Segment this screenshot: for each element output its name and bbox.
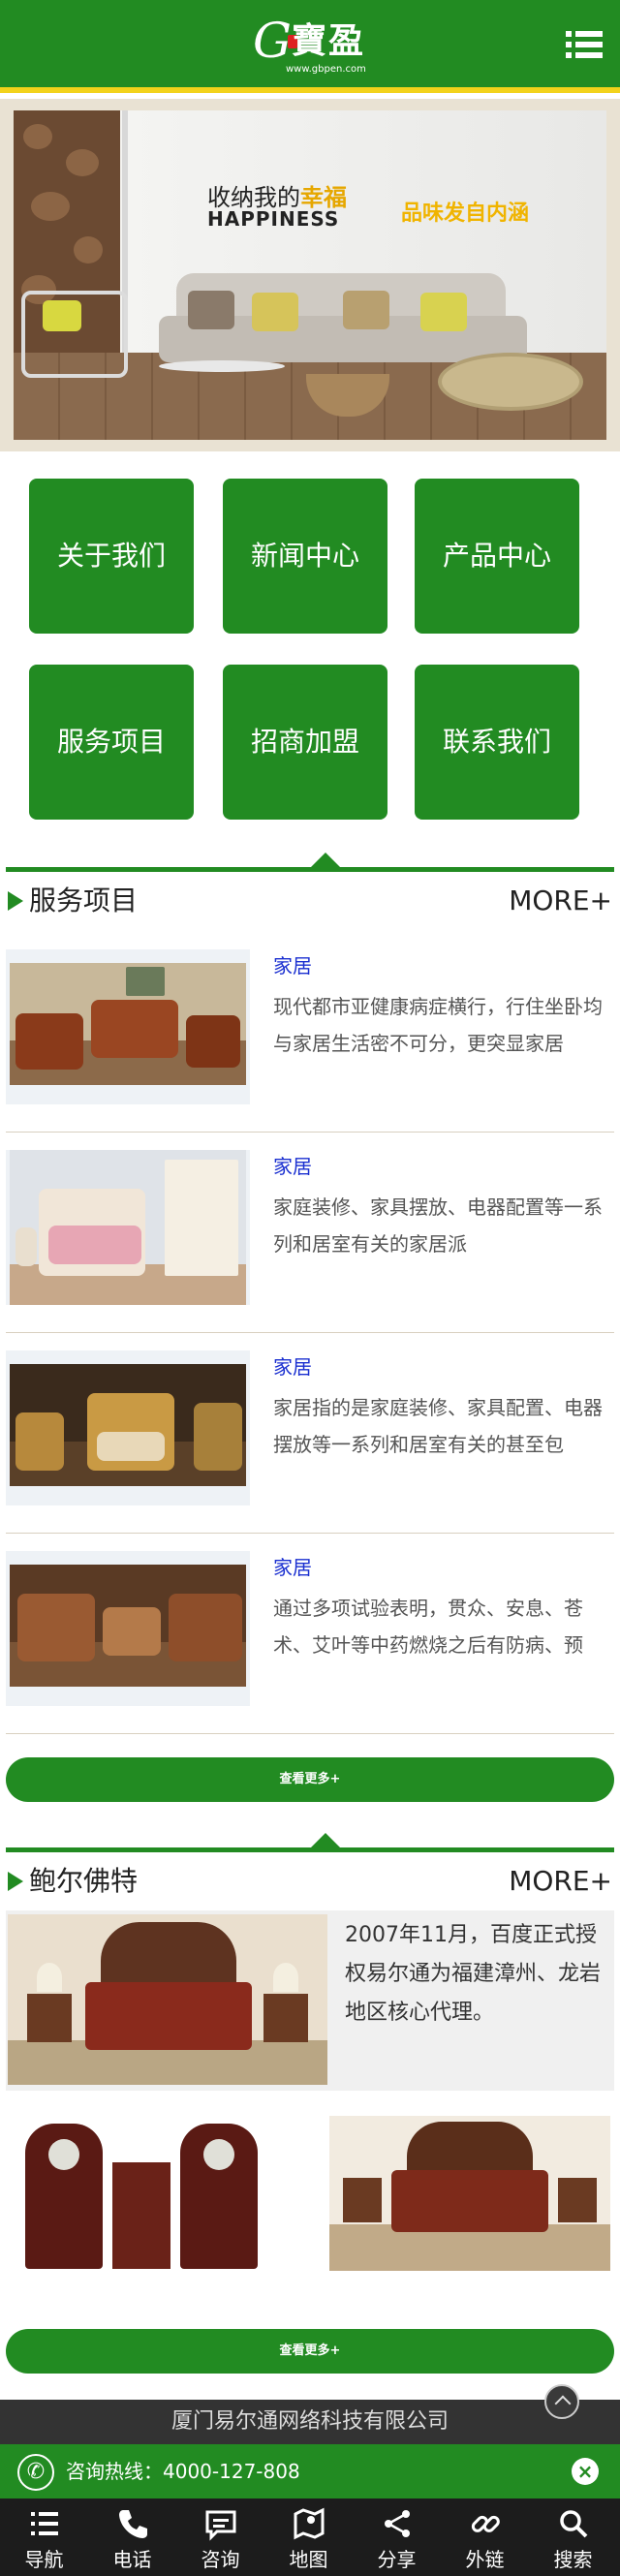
item-description: 现代都市亚健康病症横行，行住坐卧均与家居生活密不可分，更突显家居 bbox=[273, 995, 603, 1055]
bottom-nav-label: 分享 bbox=[377, 2548, 417, 2571]
list-item[interactable]: 家居 家居指的是家庭装修、家具配置、电器摆放等一系列和居室有关的甚至包 bbox=[6, 1333, 614, 1534]
banner-subheadline: HAPPINESS bbox=[207, 207, 340, 231]
tile-contact[interactable]: 联系我们 bbox=[415, 665, 579, 820]
logo-url: www.gbpen.com bbox=[286, 64, 366, 75]
share-icon bbox=[385, 2510, 410, 2537]
map-icon bbox=[294, 2507, 325, 2540]
logo-text: 寶盈 bbox=[292, 20, 366, 61]
tile-franchise[interactable]: 招商加盟 bbox=[223, 665, 388, 820]
link-icon bbox=[471, 2515, 500, 2532]
bottom-nav-item-map[interactable]: 地图 bbox=[264, 2498, 353, 2576]
brand-photo-bed[interactable] bbox=[329, 2116, 610, 2271]
banner-image: 收纳我的幸福 HAPPINESS 品味发自内涵 bbox=[14, 110, 606, 440]
brand-photo-chairs[interactable] bbox=[6, 2118, 281, 2281]
banner-slogan: 品味发自内涵 bbox=[401, 202, 530, 226]
hamburger-icon[interactable] bbox=[566, 29, 603, 60]
search-icon bbox=[560, 2510, 588, 2538]
item-title[interactable]: 家居 bbox=[273, 953, 312, 978]
item-description: 家庭装修、家具摆放、电器配置等一系列和居室有关的家居派 bbox=[273, 1195, 603, 1256]
company-name: 厦门易尔通网络科技有限公司 bbox=[0, 2400, 620, 2444]
list-item[interactable]: 家居 现代都市亚健康病症横行，行住坐卧均与家居生活密不可分，更突显家居 bbox=[6, 932, 614, 1133]
bottom-nav-item-phone[interactable]: 电话 bbox=[88, 2498, 176, 2576]
item-thumbnail bbox=[6, 1350, 250, 1505]
hotline-bar[interactable]: ✆ 咨询热线：4000-127-808 × bbox=[0, 2444, 620, 2498]
bottom-nav-item-share[interactable]: 分享 bbox=[353, 2498, 441, 2576]
brand-photo-main bbox=[8, 1914, 327, 2085]
bottom-nav-label: 外链 bbox=[465, 2548, 505, 2571]
close-icon[interactable]: × bbox=[572, 2458, 599, 2485]
item-thumbnail bbox=[6, 949, 250, 1104]
section-divider-marker bbox=[310, 853, 341, 868]
section-divider-marker bbox=[310, 1833, 341, 1848]
bottom-nav: 导航 电话 咨询 地图 分享 外链 搜索 bbox=[0, 2498, 620, 2576]
section-divider bbox=[6, 1847, 614, 1852]
tile-products[interactable]: 产品中心 bbox=[415, 479, 579, 634]
site-logo[interactable]: G 寶盈 www.gbpen.com bbox=[247, 14, 373, 78]
bottom-nav-label: 电话 bbox=[112, 2548, 152, 2571]
item-description: 通过多项试验表明，贯众、安息、苍术、艾叶等中药燃烧之后有防病、预 bbox=[273, 1597, 583, 1657]
services-load-more-button[interactable]: 查看更多+ bbox=[6, 1757, 614, 1802]
item-thumbnail bbox=[6, 1150, 250, 1305]
bottom-nav-label: 地图 bbox=[289, 2548, 328, 2571]
brand-load-more-button[interactable]: 查看更多+ bbox=[6, 2329, 614, 2374]
brand-more-link[interactable]: MORE+ bbox=[484, 1864, 612, 1899]
section-arrow-icon bbox=[8, 891, 23, 911]
services-more-link[interactable]: MORE+ bbox=[484, 884, 612, 918]
page: G 寶盈 www.gbpen.com 收纳我的幸福 HAPPINESS 品味发自… bbox=[0, 0, 620, 2576]
bottom-nav-label: 搜索 bbox=[553, 2548, 593, 2571]
services-title: 服务项目 bbox=[29, 885, 139, 916]
site-header: G 寶盈 www.gbpen.com bbox=[0, 0, 620, 93]
bottom-nav-item-search[interactable]: 搜索 bbox=[529, 2498, 617, 2576]
item-title[interactable]: 家居 bbox=[273, 1154, 312, 1179]
item-title[interactable]: 家居 bbox=[273, 1354, 312, 1380]
section-arrow-icon bbox=[8, 1872, 23, 1891]
tile-about[interactable]: 关于我们 bbox=[29, 479, 194, 634]
bottom-nav-label: 导航 bbox=[24, 2548, 64, 2571]
bottom-nav-item-chat[interactable]: 咨询 bbox=[176, 2498, 264, 2576]
item-thumbnail bbox=[6, 1551, 250, 1706]
phone-icon bbox=[119, 2510, 147, 2538]
list-item[interactable]: 家居 家庭装修、家具摆放、电器配置等一系列和居室有关的家居派 bbox=[6, 1133, 614, 1333]
bottom-nav-label: 咨询 bbox=[201, 2548, 240, 2571]
brand-title: 鲍尔佛特 bbox=[29, 1865, 139, 1897]
bottom-nav-item-link[interactable]: 外链 bbox=[441, 2498, 529, 2576]
brand-description: 2007年11月，百度正式授权易尔通为福建漳州、龙岩地区核心代理。 bbox=[345, 1923, 602, 2025]
list-icon bbox=[31, 2512, 58, 2535]
tile-news[interactable]: 新闻中心 bbox=[223, 479, 388, 634]
logo-letter: G bbox=[253, 13, 292, 69]
hero-banner[interactable]: 收纳我的幸福 HAPPINESS 品味发自内涵 bbox=[0, 99, 620, 451]
back-to-top-icon[interactable] bbox=[544, 2384, 579, 2419]
bottom-nav-item-nav[interactable]: 导航 bbox=[0, 2498, 88, 2576]
section-divider bbox=[6, 867, 614, 872]
list-item[interactable]: 家居 通过多项试验表明，贯众、安息、苍术、艾叶等中药燃烧之后有防病、预 bbox=[6, 1534, 614, 1734]
chat-icon bbox=[205, 2510, 236, 2541]
item-description: 家居指的是家庭装修、家具配置、电器摆放等一系列和居室有关的甚至包 bbox=[273, 1396, 603, 1456]
hotline-label: 咨询热线：4000-127-808 bbox=[66, 2460, 300, 2483]
item-title[interactable]: 家居 bbox=[273, 1555, 312, 1580]
tile-services[interactable]: 服务项目 bbox=[29, 665, 194, 820]
phone-icon: ✆ bbox=[17, 2454, 54, 2491]
